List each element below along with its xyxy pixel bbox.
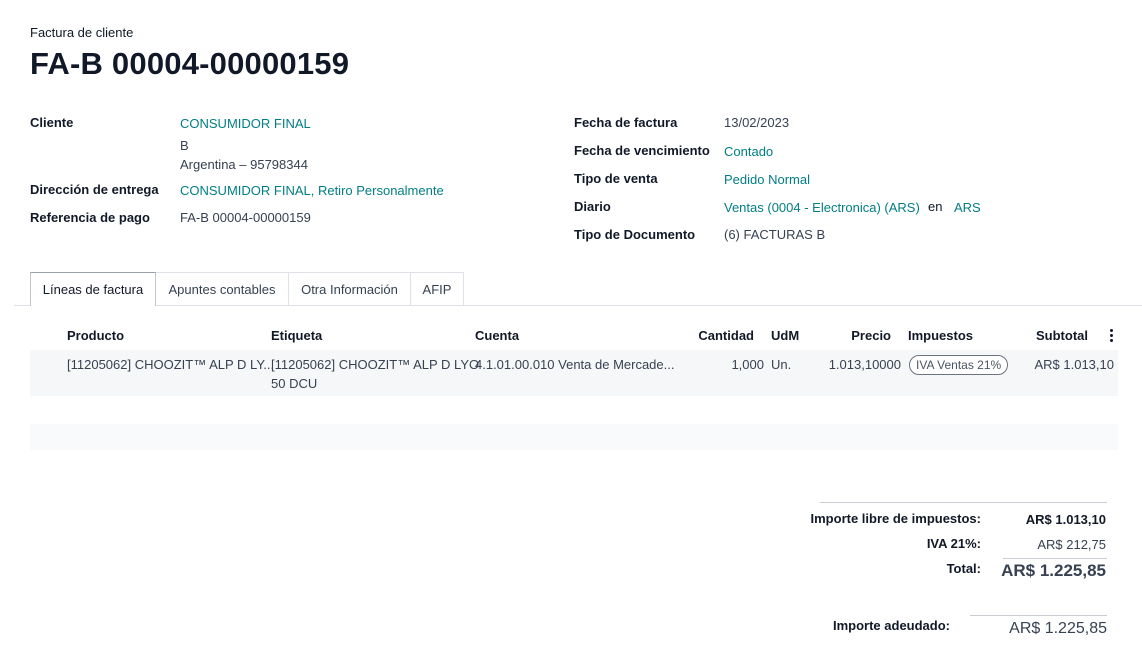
col-header-cuenta[interactable]: Cuenta — [475, 328, 519, 343]
libre-impuestos-label: Importe libre de impuestos: — [810, 511, 981, 526]
row-subtotal: AR$ 1.013,10 — [1034, 357, 1114, 372]
totals-top-divider — [820, 502, 1107, 503]
row-udm[interactable]: Un. — [771, 355, 791, 374]
col-header-udm[interactable]: UdM — [771, 328, 799, 343]
entrega-link[interactable]: CONSUMIDOR FINAL, Retiro Personalmente — [180, 183, 444, 198]
document-type-label: Factura de cliente — [30, 25, 134, 40]
row-precio[interactable]: 1.013,10000 — [810, 355, 901, 374]
cliente-address-country: Argentina – 95798344 — [180, 157, 308, 172]
add-line-row[interactable] — [30, 424, 1118, 450]
total-value: AR$ 1.225,85 — [1001, 561, 1106, 580]
tab-otra-informacion[interactable]: Otra Información — [288, 272, 411, 305]
importe-adeudado-label: Importe adeudado: — [832, 618, 950, 633]
cliente-label: Cliente — [30, 115, 74, 130]
tipo-documento-value: (6) FACTURAS B — [724, 227, 826, 242]
cliente-address-line: B — [180, 138, 189, 153]
referencia-label: Referencia de pago — [30, 210, 150, 225]
entrega-label: Dirección de entrega — [30, 182, 159, 197]
total-divider — [1003, 558, 1107, 559]
col-header-precio[interactable]: Precio — [820, 328, 891, 343]
tipo-documento-label: Tipo de Documento — [574, 227, 696, 242]
diario-link[interactable]: Ventas (0004 - Electronica) (ARS) — [724, 200, 920, 215]
diario-currency-link[interactable]: ARS — [954, 200, 981, 215]
tab-afip[interactable]: AFIP — [410, 272, 464, 305]
row-impuestos-tag[interactable]: IVA Ventas 21% — [909, 355, 1009, 375]
row-producto[interactable]: [11205062] CHOOZIT™ ALP D LY... — [67, 355, 274, 374]
col-header-impuestos[interactable]: Impuestos — [908, 328, 973, 343]
vencimiento-value[interactable]: Contado — [724, 144, 773, 159]
row-etiqueta-line1[interactable]: [11205062] CHOOZIT™ ALP D LYO — [271, 355, 479, 374]
referencia-value: FA-B 00004-00000159 — [180, 210, 311, 225]
optional-columns-kebab-icon[interactable] — [1108, 329, 1114, 343]
tab-apuntes-contables[interactable]: Apuntes contables — [155, 272, 289, 305]
col-header-etiqueta[interactable]: Etiqueta — [271, 328, 322, 343]
cliente-link[interactable]: CONSUMIDOR FINAL — [180, 116, 311, 131]
diario-label: Diario — [574, 199, 611, 214]
libre-impuestos-value: AR$ 1.013,10 — [1025, 512, 1106, 527]
tipo-venta-link[interactable]: Pedido Normal — [724, 172, 810, 187]
row-cantidad[interactable]: 1,000 — [690, 355, 764, 374]
diario-en-text: en — [928, 199, 943, 214]
fecha-factura-label: Fecha de factura — [574, 115, 678, 130]
iva-value: AR$ 212,75 — [1037, 537, 1106, 552]
row-cuenta[interactable]: 4.1.01.00.010 Venta de Mercade... — [475, 355, 674, 374]
invoice-number-title: FA-B 00004-00000159 — [30, 46, 350, 81]
iva-label: IVA 21%: — [926, 536, 981, 551]
col-header-producto[interactable]: Producto — [67, 328, 124, 343]
col-header-cantidad[interactable]: Cantidad — [680, 328, 754, 343]
total-label: Total: — [946, 561, 981, 576]
col-header-subtotal[interactable]: Subtotal — [1020, 328, 1088, 343]
importe-adeudado-value: AR$ 1.225,85 — [1009, 620, 1107, 637]
vencimiento-label: Fecha de vencimiento — [574, 143, 710, 158]
tab-lineas-factura[interactable]: Líneas de factura — [30, 272, 156, 306]
adeudado-divider — [970, 615, 1107, 616]
fecha-factura-value: 13/02/2023 — [724, 115, 790, 130]
tipo-venta-label: Tipo de venta — [574, 171, 658, 186]
row-etiqueta-line2[interactable]: 50 DCU — [271, 374, 317, 393]
